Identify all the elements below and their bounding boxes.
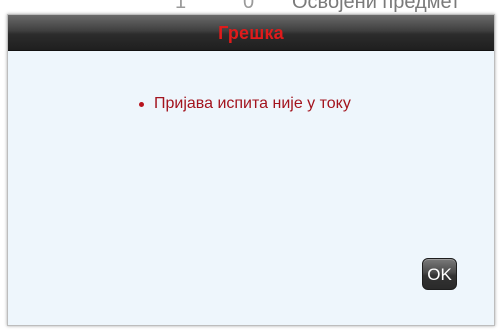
error-message-item: Пријава испита није у току: [136, 95, 351, 113]
dialog-title: Грешка: [218, 23, 284, 43]
bullet-icon: [139, 102, 144, 107]
ok-button[interactable]: OK: [422, 258, 457, 290]
error-message-text: Пријава испита није у току: [154, 95, 351, 112]
background-mark: 1: [175, 0, 187, 13]
error-dialog: Грешка Пријава испита није у току OK: [7, 14, 495, 326]
background-mark: 0: [243, 0, 255, 13]
error-message-list: Пријава испита није у току: [136, 95, 351, 113]
dialog-title-bar: Грешка: [8, 15, 494, 51]
background-text: Освојени предмет: [292, 0, 461, 13]
